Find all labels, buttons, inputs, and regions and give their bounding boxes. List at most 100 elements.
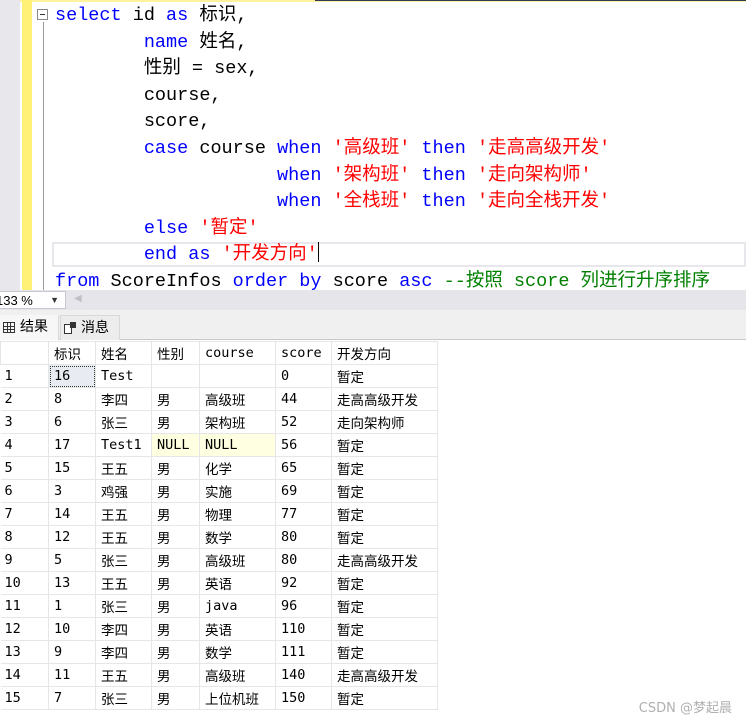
chevron-down-icon[interactable]: ▼ <box>50 292 59 309</box>
cell-row-number[interactable]: 7 <box>0 502 49 526</box>
cell-course[interactable]: 架构班 <box>199 410 276 434</box>
cell-name[interactable]: 李四 <box>95 617 152 641</box>
row-number-header[interactable] <box>0 341 49 365</box>
cell-row-number[interactable]: 5 <box>0 456 49 480</box>
table-row[interactable]: 9 5 张三男高级班 80 走高高级开发 <box>0 548 438 572</box>
table-row[interactable]: 11 1 张三男 java 96 暂定 <box>0 594 438 618</box>
cell-direction[interactable]: 暂定 <box>331 433 438 457</box>
cell-course[interactable]: 实施 <box>199 479 276 503</box>
column-header-score[interactable]: score <box>275 341 332 365</box>
cell-direction[interactable]: 暂定 <box>331 502 438 526</box>
code-line[interactable]: course, <box>55 83 710 110</box>
table-row[interactable]: 2 8 李四男高级班 44 走高高级开发 <box>0 387 438 411</box>
table-row[interactable]: 15 7 张三男上位机班 150 暂定 <box>0 686 438 710</box>
cell-direction[interactable]: 暂定 <box>331 617 438 641</box>
cell-sex[interactable]: 男 <box>151 548 200 572</box>
cell-sex[interactable]: 男 <box>151 663 200 687</box>
cell-sex[interactable]: NULL <box>151 433 200 457</box>
cell-sex[interactable]: 男 <box>151 594 200 618</box>
cell-id[interactable]: 15 <box>48 456 96 480</box>
cell-id[interactable]: 17 <box>48 433 96 457</box>
cell-row-number[interactable]: 11 <box>0 594 49 618</box>
cell-score[interactable]: 110 <box>275 617 332 641</box>
cell-direction[interactable]: 暂定 <box>331 686 438 710</box>
cell-sex[interactable]: 男 <box>151 525 200 549</box>
cell-name[interactable]: Test <box>95 364 152 388</box>
cell-score[interactable]: 80 <box>275 525 332 549</box>
collapse-icon[interactable] <box>37 9 48 20</box>
cell-score[interactable]: 65 <box>275 456 332 480</box>
cell-sex[interactable]: 男 <box>151 456 200 480</box>
cell-score[interactable]: 80 <box>275 548 332 572</box>
results-grid[interactable]: 标识 姓名 性别 course score 开发方向 1 16 Test 0 暂定 2 8 李… <box>0 341 438 710</box>
tab-results[interactable]: 结果 <box>0 315 59 340</box>
cell-id[interactable]: 14 <box>48 502 96 526</box>
cell-direction[interactable]: 走高高级开发 <box>331 548 438 572</box>
cell-course[interactable]: 英语 <box>199 617 276 641</box>
cell-sex[interactable]: 男 <box>151 479 200 503</box>
code-line[interactable]: end as '开发方向' <box>55 242 710 269</box>
cell-id[interactable]: 13 <box>48 571 96 595</box>
cell-direction[interactable]: 暂定 <box>331 479 438 503</box>
code-line[interactable]: when '全栈班' then '走向全栈开发' <box>55 189 710 216</box>
cell-course[interactable]: 高级班 <box>199 387 276 411</box>
cell-course[interactable]: 化学 <box>199 456 276 480</box>
cell-sex[interactable]: 男 <box>151 387 200 411</box>
cell-sex[interactable]: 男 <box>151 410 200 434</box>
cell-sex[interactable]: 男 <box>151 686 200 710</box>
cell-direction[interactable]: 暂定 <box>331 640 438 664</box>
cell-row-number[interactable]: 9 <box>0 548 49 572</box>
code-line[interactable]: name 姓名, <box>55 30 710 57</box>
cell-name[interactable]: 李四 <box>95 640 152 664</box>
cell-course[interactable]: 高级班 <box>199 548 276 572</box>
cell-sex[interactable]: 男 <box>151 617 200 641</box>
cell-score[interactable]: 44 <box>275 387 332 411</box>
cell-sex[interactable]: 男 <box>151 640 200 664</box>
cell-course[interactable]: java <box>199 594 276 618</box>
cell-course[interactable]: 高级班 <box>199 663 276 687</box>
column-header-direction[interactable]: 开发方向 <box>331 341 438 365</box>
cell-row-number[interactable]: 13 <box>0 640 49 664</box>
table-row[interactable]: 14 11 王五男高级班 140 走高高级开发 <box>0 663 438 687</box>
cell-name[interactable]: 王五 <box>95 525 152 549</box>
cell-id[interactable]: 10 <box>48 617 96 641</box>
cell-course[interactable]: 英语 <box>199 571 276 595</box>
column-header-sex[interactable]: 性别 <box>151 341 200 365</box>
table-row[interactable]: 6 3 鸡强男实施 69 暂定 <box>0 479 438 503</box>
cell-id[interactable]: 6 <box>48 410 96 434</box>
tab-messages[interactable]: 消息 <box>60 315 120 340</box>
cell-name[interactable]: 王五 <box>95 571 152 595</box>
code-line[interactable]: select id as 标识, <box>55 3 710 30</box>
code-line[interactable]: when '架构班' then '走向架构师' <box>55 163 710 190</box>
table-row[interactable]: 8 12 王五男数学 80 暂定 <box>0 525 438 549</box>
cell-direction[interactable]: 暂定 <box>331 364 438 388</box>
cell-name[interactable]: Test1 <box>95 433 152 457</box>
cell-sex[interactable]: 男 <box>151 502 200 526</box>
cell-row-number[interactable]: 8 <box>0 525 49 549</box>
cell-direction[interactable]: 暂定 <box>331 571 438 595</box>
cell-id[interactable]: 8 <box>48 387 96 411</box>
cell-sex[interactable]: 男 <box>151 571 200 595</box>
cell-score[interactable]: 140 <box>275 663 332 687</box>
cell-id[interactable]: 11 <box>48 663 96 687</box>
column-header-id[interactable]: 标识 <box>48 341 96 365</box>
scroll-left-icon[interactable]: ◀ <box>74 293 82 304</box>
cell-name[interactable]: 王五 <box>95 456 152 480</box>
cell-name[interactable]: 鸡强 <box>95 479 152 503</box>
cell-score[interactable]: 77 <box>275 502 332 526</box>
cell-score[interactable]: 52 <box>275 410 332 434</box>
cell-row-number[interactable]: 15 <box>0 686 49 710</box>
cell-direction[interactable]: 走高高级开发 <box>331 663 438 687</box>
sql-editor[interactable]: select id as 标识, name 姓名, 性别 = sex, cour… <box>0 0 746 290</box>
cell-direction[interactable]: 走向架构师 <box>331 410 438 434</box>
table-row[interactable]: 3 6 张三男架构班 52 走向架构师 <box>0 410 438 434</box>
cell-id[interactable]: 16 <box>48 364 96 388</box>
cell-course[interactable]: NULL <box>199 433 276 457</box>
table-row[interactable]: 7 14 王五男物理 77 暂定 <box>0 502 438 526</box>
cell-direction[interactable]: 暂定 <box>331 525 438 549</box>
cell-name[interactable]: 张三 <box>95 594 152 618</box>
cell-row-number[interactable]: 6 <box>0 479 49 503</box>
cell-row-number[interactable]: 2 <box>0 387 49 411</box>
table-row[interactable]: 10 13 王五男英语 92 暂定 <box>0 571 438 595</box>
table-row[interactable]: 1 16 Test 0 暂定 <box>0 364 438 388</box>
